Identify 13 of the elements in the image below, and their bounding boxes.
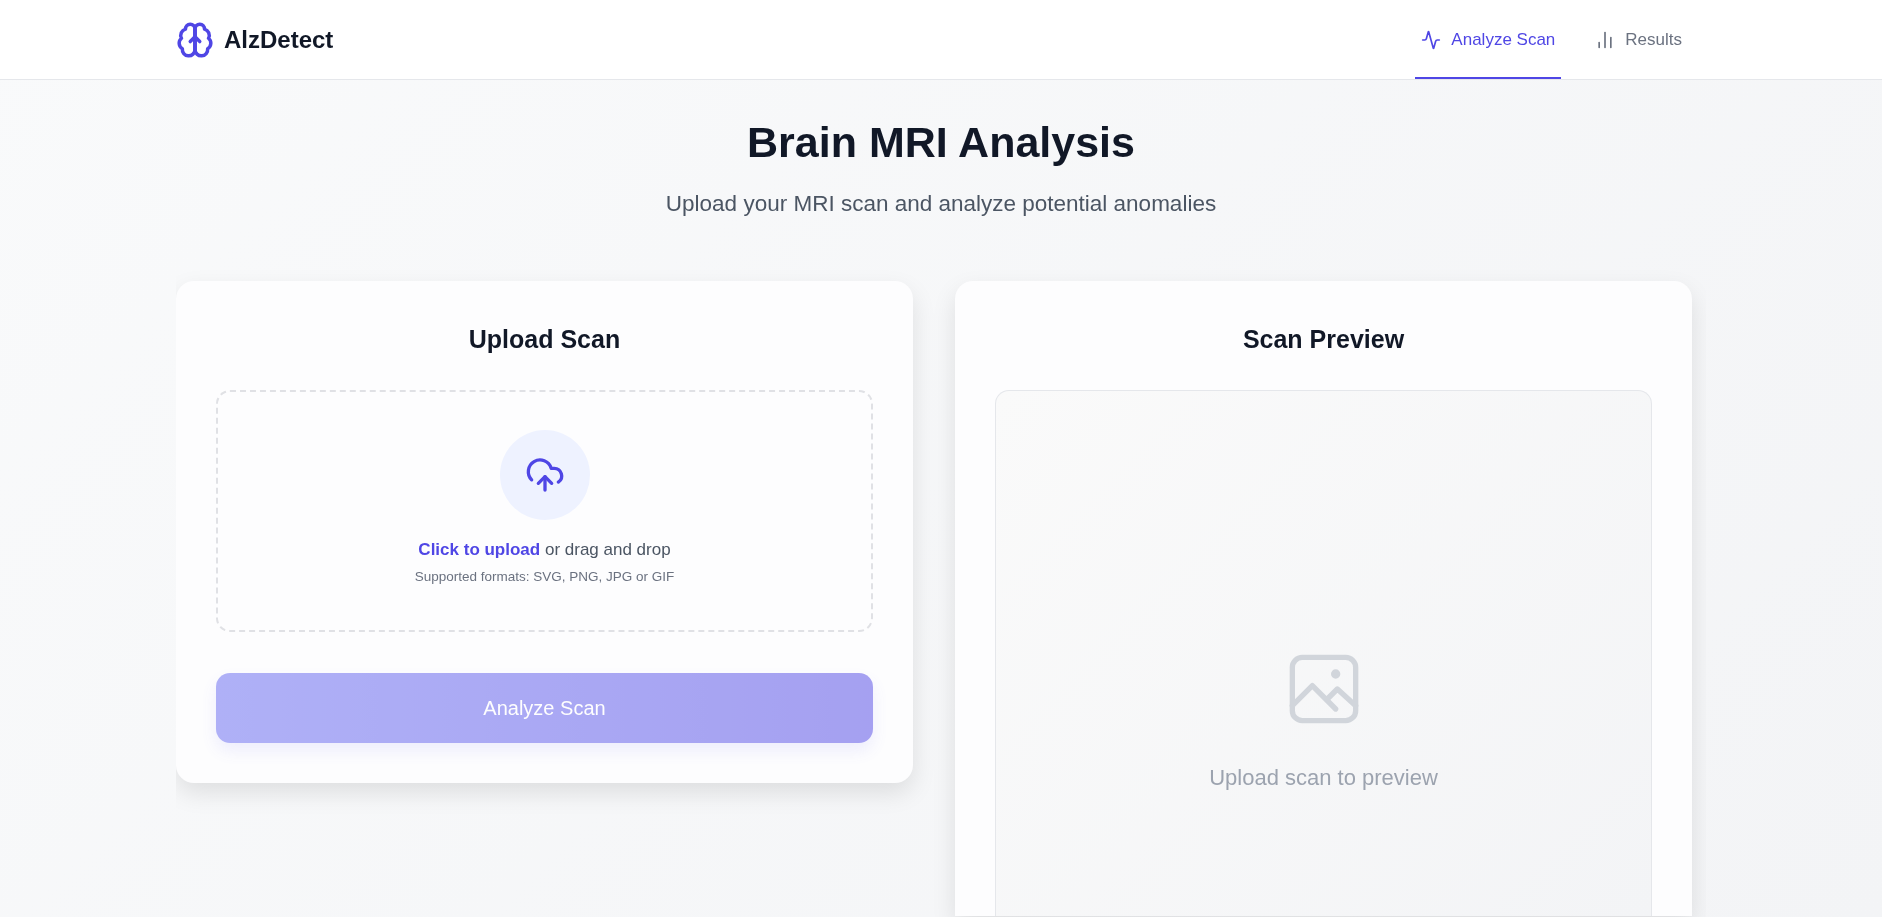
page-title: Brain MRI Analysis bbox=[746, 118, 1136, 167]
card-title: Upload Scan bbox=[467, 325, 622, 354]
pulse-icon bbox=[1421, 29, 1442, 50]
brain-icon bbox=[176, 20, 214, 59]
card-title: Scan Preview bbox=[1241, 325, 1406, 354]
brand-name: AlzDetect bbox=[224, 25, 334, 54]
nav-tab[interactable]: Results bbox=[1589, 0, 1688, 79]
page-subtitle: Upload your MRI scan and analyze potential anomalies bbox=[664, 191, 1218, 217]
upload-dropzone[interactable]: Click to upload or drag and drop Supported formats: SVG, PNG, JPG or GIF bbox=[216, 390, 873, 632]
upload-prompt: Click to upload or drag and drop bbox=[418, 540, 671, 560]
preview-placeholder: Upload scan to preview bbox=[1209, 765, 1438, 791]
supported-formats: Supported formats: SVG, PNG, JPG or GIF bbox=[414, 569, 675, 584]
nav-tab[interactable]: Analyze Scan bbox=[1415, 0, 1562, 79]
